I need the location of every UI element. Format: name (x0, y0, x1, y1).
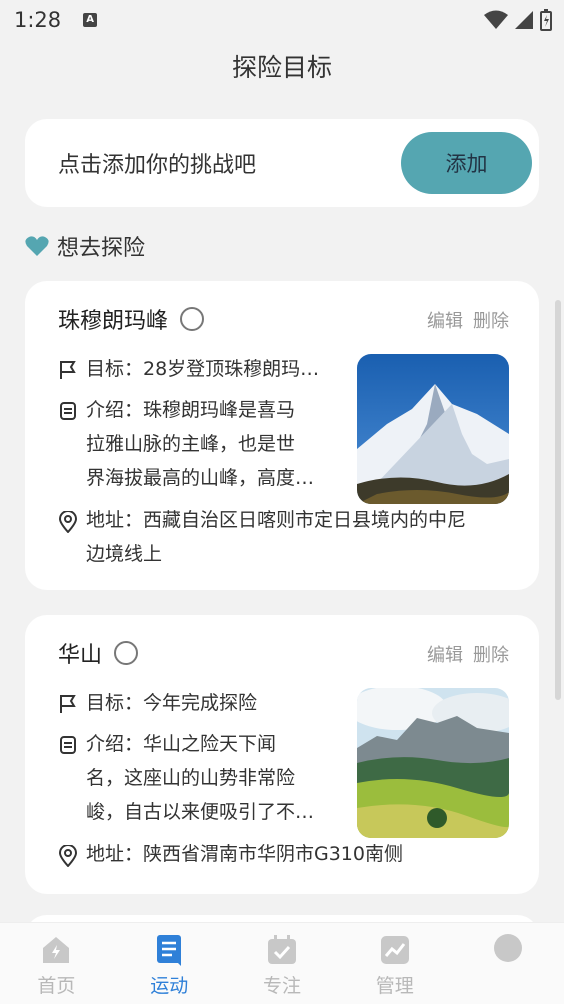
everest-image[interactable] (357, 354, 509, 504)
nav-item-profile[interactable] (451, 923, 564, 1004)
intro-line: 介绍：珠穆朗玛峰是喜马 拉雅山脉的主峰，也是世 界海拔最高的山峰，高度… (58, 393, 314, 495)
add-button[interactable]: 添加 (401, 132, 532, 194)
delete-button[interactable]: 删除 (473, 307, 509, 333)
profile-icon (493, 934, 522, 962)
flag-icon (60, 695, 76, 713)
nav-item-sport[interactable]: 运动 (113, 923, 226, 1004)
nav-item-focus[interactable]: 专注 (226, 923, 339, 1004)
huashan-image[interactable] (357, 688, 509, 838)
calendar-check-icon (267, 935, 296, 964)
card-title: 华山 (58, 643, 103, 668)
status-icons (484, 9, 552, 31)
add-prompt: 点击添加你的挑战吧 (58, 153, 257, 178)
target-card[interactable]: 珠穆朗玛峰 编辑 删除 目标：28岁登顶珠穆朗玛… 介绍：珠穆朗玛峰是喜马 拉雅… (25, 281, 539, 590)
nav-label: 专注 (262, 975, 301, 997)
nav-label: 管理 (375, 975, 414, 997)
edit-button[interactable]: 编辑 (427, 641, 463, 667)
document-icon (60, 402, 76, 420)
bottom-nav: 首页 运动 专注 管理 (0, 922, 564, 1004)
goal-line: 目标：28岁登顶珠穆朗玛… (58, 352, 319, 386)
signal-icon (515, 11, 533, 29)
complete-toggle-icon[interactable] (180, 307, 205, 331)
battery-icon (540, 9, 552, 31)
document-icon (60, 736, 76, 754)
status-time: 1:28 (14, 8, 62, 32)
intro-line: 介绍：华山之险天下闻 名，这座山的山势非常险 峻，自古以来便吸引了不… (58, 727, 314, 829)
section-header: 想去探险 (25, 230, 145, 262)
address-line: 地址：陕西省渭南市华阴市G310南侧 (58, 837, 403, 871)
home-icon (43, 937, 70, 963)
location-pin-icon (58, 511, 78, 533)
nav-item-home[interactable]: 首页 (0, 923, 113, 1004)
note-icon (157, 935, 182, 966)
heart-icon (25, 236, 49, 256)
section-title: 想去探险 (57, 236, 146, 261)
nav-item-manage[interactable]: 管理 (338, 923, 451, 1004)
location-pin-icon (58, 845, 78, 867)
scrollbar[interactable] (555, 300, 561, 700)
chart-icon (380, 936, 409, 964)
notification-a-icon: A (83, 13, 98, 27)
intro-text-line: 拉雅山脉的主峰，也是世 (86, 433, 296, 455)
target-card[interactable]: 华山 编辑 删除 目标：今年完成探险 介绍：华山之险天下闻 名，这座山的山势非常… (25, 615, 539, 894)
card-title: 珠穆朗玛峰 (58, 309, 169, 334)
edit-button[interactable]: 编辑 (427, 307, 463, 333)
address-text-line: 地址：西藏自治区日喀则市定日县境内的中尼 (86, 509, 467, 531)
address-text-line: 边境线上 (86, 543, 163, 565)
goal-line: 目标：今年完成探险 (58, 686, 257, 720)
page-title: 探险目标 (231, 53, 332, 82)
complete-toggle-icon[interactable] (114, 641, 139, 665)
nav-label: 首页 (37, 975, 76, 997)
nav-label: 运动 (150, 975, 189, 997)
goal-text: 目标：今年完成探险 (86, 692, 258, 714)
intro-text-line: 峻，自古以来便吸引了不… (86, 801, 315, 823)
status-bar: 1:28 A (0, 0, 564, 40)
delete-button[interactable]: 删除 (473, 641, 509, 667)
intro-text-line: 介绍：华山之险天下闻 (86, 733, 277, 755)
flag-icon (60, 361, 76, 379)
add-challenge-card: 点击添加你的挑战吧 添加 (25, 119, 539, 207)
intro-text-line: 介绍：珠穆朗玛峰是喜马 (86, 399, 296, 421)
wifi-icon (484, 10, 508, 29)
address-text-line: 地址：陕西省渭南市华阴市G310南侧 (86, 843, 403, 865)
intro-text-line: 界海拔最高的山峰，高度… (86, 467, 315, 489)
intro-text-line: 名，这座山的山势非常险 (86, 767, 296, 789)
goal-text: 目标：28岁登顶珠穆朗玛… (86, 358, 320, 380)
address-line: 地址：西藏自治区日喀则市定日县境内的中尼 边境线上 (58, 503, 466, 571)
